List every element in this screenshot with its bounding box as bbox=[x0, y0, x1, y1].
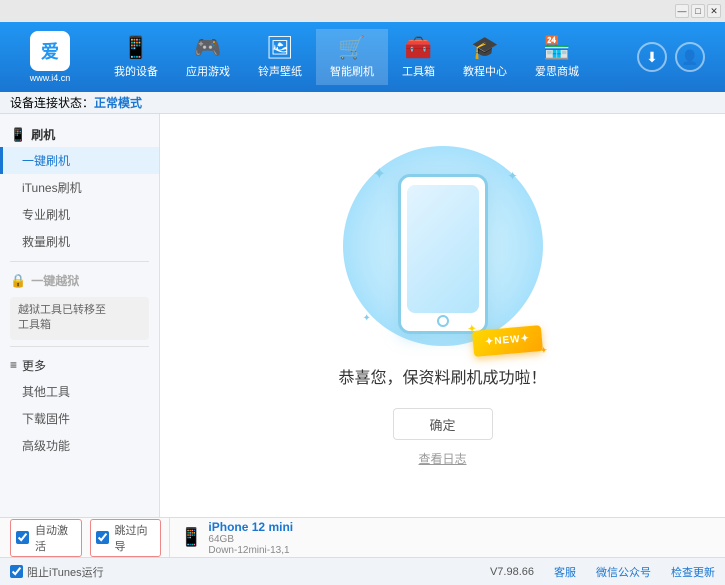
confirm-button[interactable]: 确定 bbox=[393, 408, 493, 440]
wechat-link[interactable]: 微信公众号 bbox=[596, 564, 651, 580]
support-link[interactable]: 客服 bbox=[554, 564, 576, 580]
smart-shop-nav-label: 智能刷机 bbox=[330, 63, 374, 79]
sparkle-2: ✦ bbox=[507, 169, 517, 183]
nav-item-tutorial[interactable]: 🎓 教程中心 bbox=[449, 29, 521, 85]
phone-body bbox=[398, 174, 488, 334]
nav-item-app-games[interactable]: 🎮 应用游戏 bbox=[172, 29, 244, 85]
new-badge: ✦NEW✦ bbox=[472, 325, 543, 357]
nav-item-my-device[interactable]: 📱 我的设备 bbox=[100, 29, 172, 85]
itunes-status-text: 阻止iTunes运行 bbox=[27, 564, 104, 580]
sidebar-item-other-tools[interactable]: 其他工具 bbox=[0, 378, 159, 405]
logo[interactable]: 爱 www.i4.cn bbox=[10, 31, 90, 83]
sidebar-item-download-firmware[interactable]: 下载固件 bbox=[0, 405, 159, 432]
divider-1 bbox=[10, 261, 149, 262]
checkboxes-area: 自动激活 跳过向导 bbox=[10, 518, 170, 557]
logo-url: www.i4.cn bbox=[30, 73, 71, 83]
toolbox-nav-icon: 🧰 bbox=[405, 35, 432, 61]
skip-wizard-text: 跳过向导 bbox=[115, 522, 156, 554]
sidebar-item-save-flash[interactable]: 救量刷机 bbox=[0, 228, 159, 255]
sparkle-3: ✦ bbox=[363, 313, 371, 324]
tutorial-nav-label: 教程中心 bbox=[463, 63, 507, 79]
auto-connect-text: 自动激活 bbox=[35, 522, 76, 554]
version-text: V7.98.66 bbox=[490, 566, 534, 578]
nav-item-smart-shop[interactable]: 🛒 智能刷机 bbox=[316, 29, 388, 85]
smart-shop-nav-icon: 🛒 bbox=[338, 35, 365, 61]
skip-wizard-checkbox[interactable] bbox=[96, 531, 109, 544]
close-button[interactable]: ✕ bbox=[707, 4, 721, 18]
footer-right: V7.98.66 客服 微信公众号 检查更新 bbox=[490, 564, 715, 580]
nav-item-apple-shop[interactable]: 🏪 爱思商城 bbox=[521, 29, 593, 85]
phone-screen bbox=[407, 185, 479, 313]
auto-connect-label[interactable]: 自动激活 bbox=[10, 519, 82, 557]
download-button[interactable]: ⬇ bbox=[637, 42, 667, 72]
maximize-button[interactable]: □ bbox=[691, 4, 705, 18]
sidebar-item-advanced[interactable]: 高级功能 bbox=[0, 432, 159, 459]
content-area: ✦ ✦ ✦ ✦NEW✦ 恭喜您，保资料刷机成功啦！ 确定 查看日志 bbox=[160, 114, 725, 517]
main-area: 📱 刷机 一键刷机 iTunes刷机 专业刷机 救量刷机 🔒 一键越狱 越狱工具… bbox=[0, 114, 725, 517]
divider-2 bbox=[10, 346, 149, 347]
nav-items: 📱 我的设备 🎮 应用游戏 🖼 铃声壁纸 🛒 智能刷机 🧰 工具箱 🎓 教程中心… bbox=[100, 29, 637, 85]
more-section-label: 更多 bbox=[22, 357, 46, 374]
itunes-checkbox[interactable] bbox=[10, 565, 23, 578]
back-link[interactable]: 查看日志 bbox=[418, 450, 466, 467]
device-status-bar: 设备连接状态： 正常模式 bbox=[0, 92, 725, 114]
success-message: 恭喜您，保资料刷机成功啦！ bbox=[338, 364, 546, 388]
logo-icon: 爱 bbox=[30, 31, 70, 71]
jailbreak-note: 越狱工具已转移至工具箱 bbox=[10, 297, 149, 340]
bottom-panel: 自动激活 跳过向导 📱 iPhone 12 mini 64GB Down-12m… bbox=[0, 517, 725, 557]
apple-shop-nav-label: 爱思商城 bbox=[535, 63, 579, 79]
phone-illustration: ✦ ✦ ✦ ✦NEW✦ bbox=[363, 164, 523, 364]
nav-item-toolbox[interactable]: 🧰 工具箱 bbox=[388, 29, 449, 85]
sidebar-item-pro-flash[interactable]: 专业刷机 bbox=[0, 201, 159, 228]
device-icon: 📱 bbox=[180, 527, 202, 548]
my-device-nav-icon: 📱 bbox=[122, 35, 149, 61]
header: 爱 www.i4.cn 📱 我的设备 🎮 应用游戏 🖼 铃声壁纸 🛒 智能刷机 … bbox=[0, 22, 725, 92]
sidebar-item-itunes-flash[interactable]: iTunes刷机 bbox=[0, 174, 159, 201]
wallpaper-nav-label: 铃声壁纸 bbox=[258, 63, 302, 79]
update-link[interactable]: 检查更新 bbox=[671, 564, 715, 580]
status-value: 正常模式 bbox=[94, 94, 142, 111]
lock-icon: 🔒 bbox=[10, 273, 26, 289]
app-games-nav-label: 应用游戏 bbox=[186, 63, 230, 79]
sidebar: 📱 刷机 一键刷机 iTunes刷机 专业刷机 救量刷机 🔒 一键越狱 越狱工具… bbox=[0, 114, 160, 517]
auto-connect-checkbox[interactable] bbox=[16, 531, 29, 544]
app-games-nav-icon: 🎮 bbox=[194, 35, 221, 61]
itunes-status-area: 阻止iTunes运行 bbox=[10, 564, 490, 580]
device-details: iPhone 12 mini 64GB Down-12mini-13,1 bbox=[208, 520, 293, 556]
sparkle-1: ✦ bbox=[373, 164, 386, 184]
flash-section-icon: 📱 bbox=[10, 127, 26, 143]
tutorial-nav-icon: 🎓 bbox=[471, 35, 498, 61]
status-label: 设备连接状态： bbox=[10, 94, 94, 111]
sidebar-section-more: ≡ 更多 bbox=[0, 353, 159, 378]
device-info-area: 📱 iPhone 12 mini 64GB Down-12mini-13,1 bbox=[170, 520, 293, 556]
device-storage: 64GB bbox=[208, 534, 293, 545]
more-icon: ≡ bbox=[10, 358, 17, 372]
jailbreak-section-label: 一键越狱 bbox=[31, 272, 79, 289]
my-device-nav-label: 我的设备 bbox=[114, 63, 158, 79]
device-name: iPhone 12 mini bbox=[208, 520, 293, 534]
sidebar-item-one-key-flash[interactable]: 一键刷机 bbox=[0, 147, 159, 174]
minimize-button[interactable]: — bbox=[675, 4, 689, 18]
account-button[interactable]: 👤 bbox=[675, 42, 705, 72]
phone-home-button bbox=[437, 315, 449, 327]
sidebar-section-jailbreak: 🔒 一键越狱 bbox=[0, 268, 159, 293]
status-footer: 阻止iTunes运行 V7.98.66 客服 微信公众号 检查更新 bbox=[0, 557, 725, 585]
nav-item-wallpaper[interactable]: 🖼 铃声壁纸 bbox=[244, 29, 316, 85]
header-right: ⬇ 👤 bbox=[637, 42, 705, 72]
flash-section-label: 刷机 bbox=[31, 126, 55, 143]
skip-wizard-label[interactable]: 跳过向导 bbox=[90, 519, 162, 557]
device-model: Down-12mini-13,1 bbox=[208, 545, 293, 556]
wallpaper-nav-icon: 🖼 bbox=[266, 35, 294, 61]
apple-shop-nav-icon: 🏪 bbox=[543, 35, 570, 61]
sidebar-section-flash: 📱 刷机 bbox=[0, 122, 159, 147]
title-bar: — □ ✕ bbox=[0, 0, 725, 22]
toolbox-nav-label: 工具箱 bbox=[402, 63, 435, 79]
